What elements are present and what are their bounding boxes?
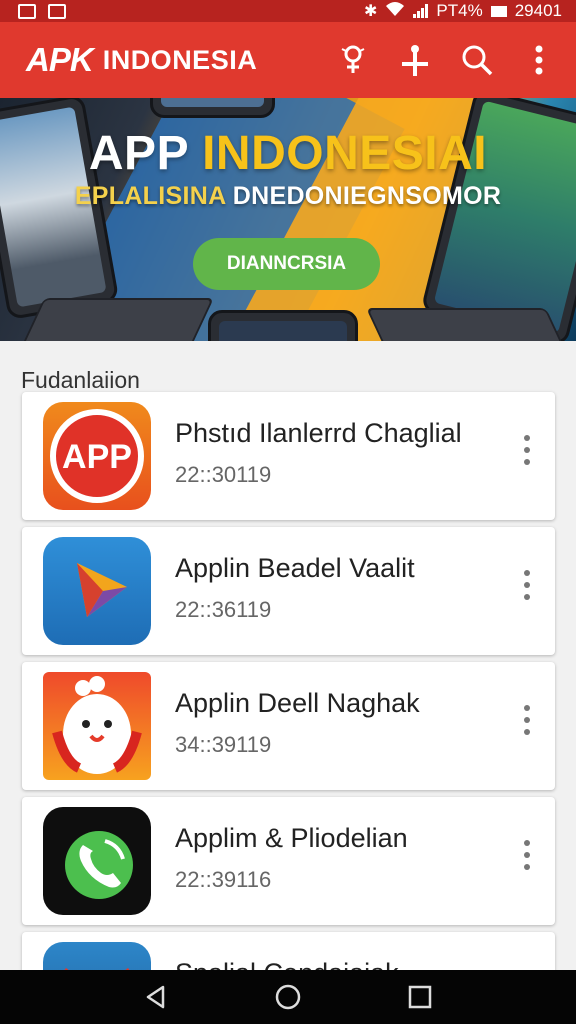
signal-icon [413,4,429,18]
app-name: Applim & Pliodelian [175,823,408,853]
status-time: 29401 [514,1,562,20]
list-item[interactable]: Applin Beadel Vaalit 22::36119 [22,527,555,655]
add-button[interactable] [396,41,434,79]
banner-subtitle: EPLALISINA DNEDONIEGNSOMOR [74,182,502,210]
bluetooth-icon: ✱ [364,3,378,20]
back-icon [146,985,165,1009]
svg-text:APP: APP [62,438,132,476]
banner-title: APP INDONESIAI [88,127,488,180]
keyboard-image [16,298,214,341]
app-name: Phstıd Ilanlerrd Chaglial [175,418,462,448]
notification-icon [18,3,36,19]
promo-banner[interactable]: APP INDONESIAI EPLALISINA DNEDONIEGNSOMO… [0,98,576,341]
gallery-icon [48,3,66,19]
app-meta: 34::39119 [175,732,272,757]
battery-icon [490,5,507,17]
list-item[interactable]: Applin Deell Naghak 34::39119 [22,662,555,790]
app-meta: 22::36119 [175,597,272,622]
pin-icon [341,45,365,73]
item-menu-button[interactable] [514,565,540,605]
phone-image [208,310,358,341]
status-bar: ✱ PT4% 29401 [0,0,576,22]
banner-button[interactable]: DIANNCRSIA [193,238,380,290]
wifi-icon [385,1,405,22]
home-icon [275,984,301,1010]
home-button[interactable] [268,977,308,1017]
recents-icon [408,985,432,1009]
list-item[interactable]: APP Phstıd Ilanlerrd Chaglial 22::30119 [22,392,555,520]
app-red-icon: APP [43,402,151,510]
item-menu-button[interactable] [514,700,540,740]
app-meta: 22::30119 [175,462,272,487]
more-vert-icon [535,45,543,75]
phone-image [150,98,275,118]
overflow-menu-button[interactable] [520,41,558,79]
search-icon [462,45,493,76]
app-name: Applin Deell Naghak [175,688,420,718]
network-label: PT4% [436,1,483,20]
play-arrow-icon [43,537,151,645]
app-bar: APK INDONESIA [0,22,576,98]
chicken-icon [43,672,151,780]
app-logo: APK [26,41,94,78]
section-title: Fudanlaiion [21,367,140,393]
keyboard-image [366,308,574,341]
search-button[interactable] [458,41,496,79]
item-menu-button[interactable] [514,835,540,875]
recents-button[interactable] [400,977,440,1017]
add-icon [402,45,428,76]
back-button[interactable] [136,977,176,1017]
app-name: Applin Beadel Vaalit [175,553,415,583]
app-meta: 22::39116 [175,867,272,892]
item-menu-button[interactable] [514,430,540,470]
list-item[interactable]: Applim & Pliodelian 22::39116 [22,797,555,925]
pin-button[interactable] [334,41,372,79]
phone-icon [43,807,151,915]
system-nav-bar [0,970,576,1024]
app-title: INDONESIA [102,44,258,75]
